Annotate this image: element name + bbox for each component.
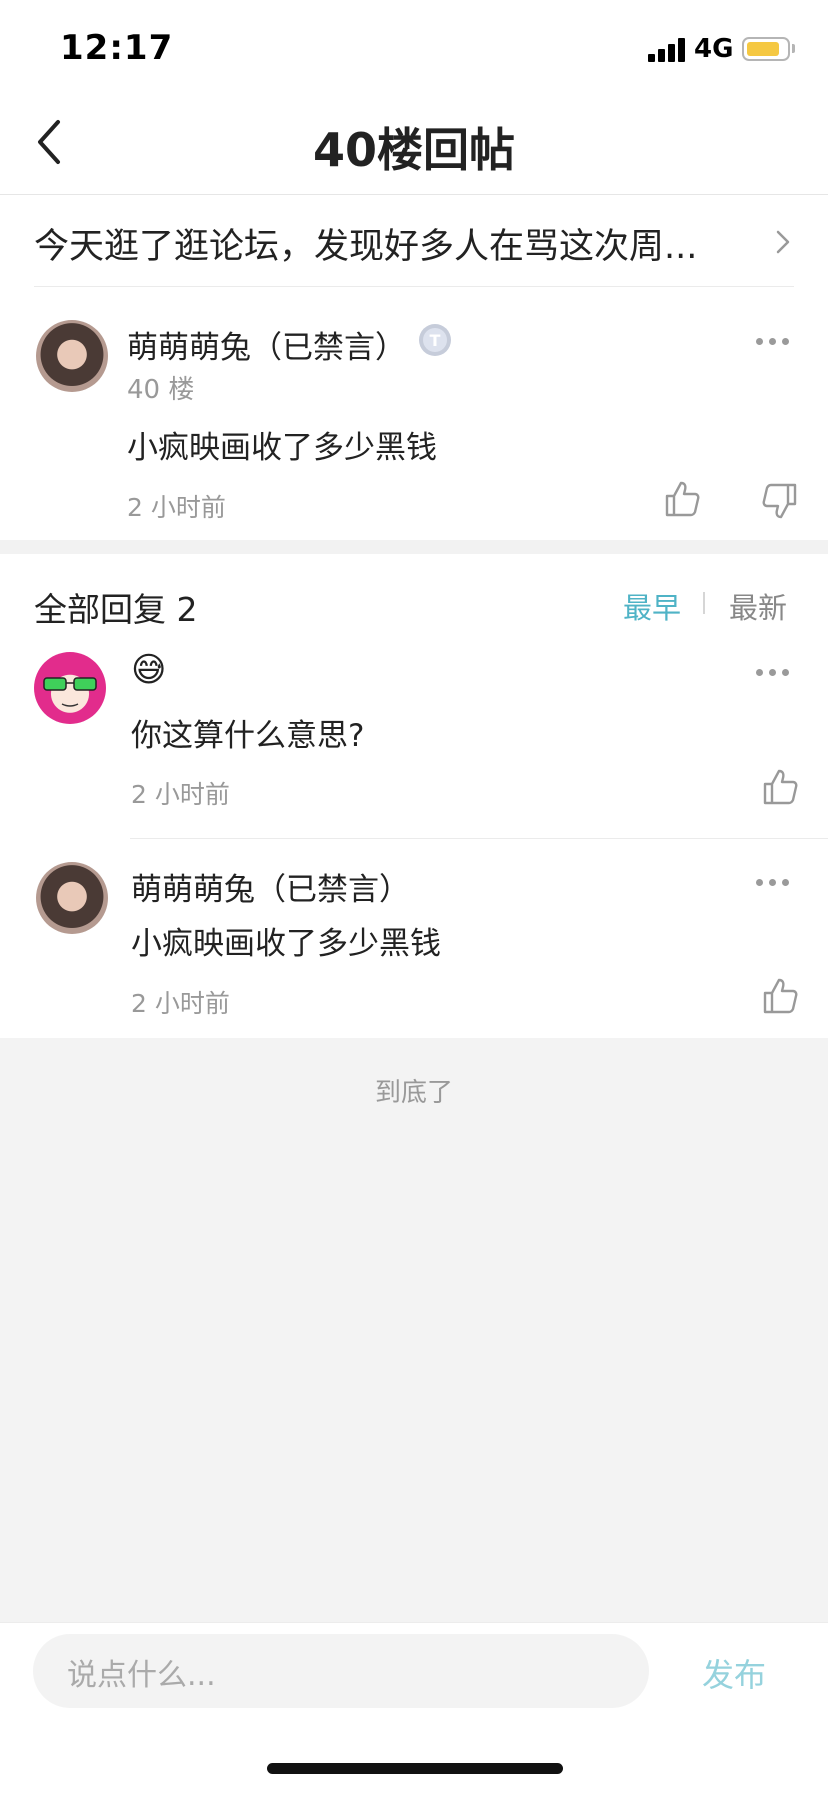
more-icon[interactable] xyxy=(756,879,790,887)
network-label: 4G xyxy=(694,34,734,64)
level-badge-icon: T xyxy=(418,323,452,357)
thumbs-up-icon[interactable] xyxy=(762,768,798,806)
more-icon[interactable] xyxy=(756,669,790,677)
signal-icon xyxy=(648,38,688,62)
end-of-list-text: 到底了 xyxy=(374,1078,453,1108)
divider xyxy=(130,838,828,839)
battery-tip xyxy=(792,44,795,53)
thumbs-down-icon[interactable] xyxy=(762,482,798,520)
reply-content: 小疯映画收了多少黑钱 xyxy=(131,926,441,962)
sort-earliest-tab[interactable]: 最早 xyxy=(623,585,681,627)
replies-header: 全部回复 2 xyxy=(34,583,198,631)
post-time: 2 小时前 xyxy=(127,493,226,522)
thumbs-up-icon[interactable] xyxy=(762,977,798,1015)
divider xyxy=(34,286,794,287)
more-icon[interactable] xyxy=(756,338,790,346)
badge-text: T xyxy=(430,331,441,350)
reply-username[interactable]: 萌萌萌兔（已禁言） xyxy=(131,864,410,909)
reply-time: 2 小时前 xyxy=(131,780,230,809)
section-divider xyxy=(0,540,828,554)
replies-label: 全部回复 xyxy=(34,590,166,629)
avatar[interactable] xyxy=(36,320,108,392)
sort-separator xyxy=(703,592,705,614)
chevron-right-icon[interactable] xyxy=(774,228,792,256)
post-username[interactable]: 萌萌萌兔（已禁言） xyxy=(127,322,406,367)
page-title: 40楼回帖 xyxy=(312,123,515,177)
comment-input-placeholder: 说点什么... xyxy=(67,1658,216,1693)
reply-username-emoji[interactable]: 😅 xyxy=(131,650,166,690)
battery-icon xyxy=(742,37,790,61)
publish-button[interactable]: 发布 xyxy=(702,1650,766,1696)
status-time: 12:17 xyxy=(60,28,174,68)
avatar[interactable] xyxy=(36,862,108,934)
thread-title-link[interactable]: 今天逛了逛论坛，发现好多人在骂这次周... xyxy=(34,218,724,269)
reply-content: 你这算什么意思? xyxy=(131,718,365,754)
avatar[interactable] xyxy=(34,652,106,724)
floor-number: 40 楼 xyxy=(127,375,195,405)
post-content: 小疯映画收了多少黑钱 xyxy=(127,430,437,466)
home-indicator[interactable] xyxy=(267,1763,563,1774)
reply-time: 2 小时前 xyxy=(131,989,230,1018)
list-end-area xyxy=(0,1038,828,1622)
nav-divider xyxy=(0,194,828,195)
thumbs-up-icon[interactable] xyxy=(664,480,700,518)
replies-count: 2 xyxy=(176,590,198,629)
sort-newest-tab[interactable]: 最新 xyxy=(729,585,787,627)
